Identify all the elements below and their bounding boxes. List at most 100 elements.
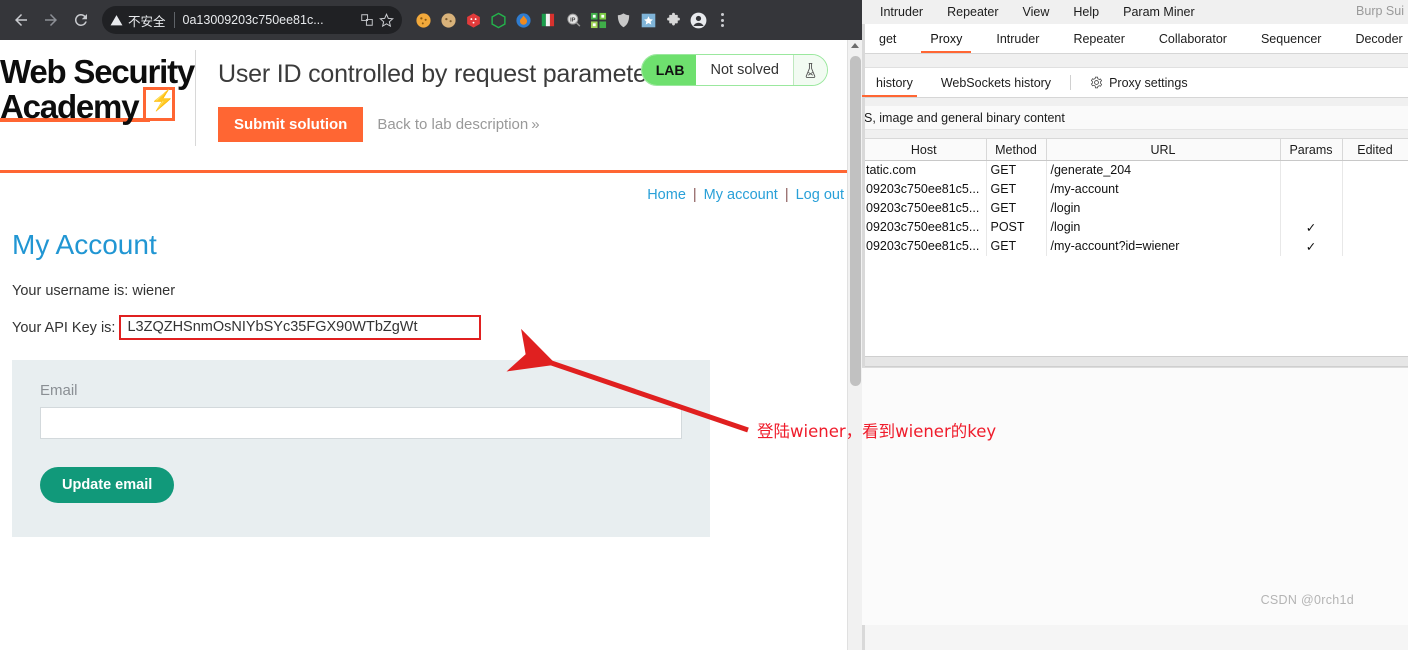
annotation-text: 登陆wiener，看到wiener的key	[757, 422, 997, 441]
extension-italy-flag-icon[interactable]	[537, 9, 559, 31]
burp-message-viewer: CSDN @0rch1d	[862, 366, 1408, 625]
chrome-browser-window: 不安全 0a13009203c750ee81c... IP Web Securi…	[0, 0, 862, 650]
cell-method: GET	[986, 179, 1047, 199]
extension-puzzle-piece-icon[interactable]	[662, 9, 684, 31]
extension-qr-code-icon[interactable]	[587, 9, 609, 31]
cell-host: 09203c750ee81c5...	[862, 179, 987, 199]
extension-ip-lookup-icon[interactable]: IP	[562, 9, 584, 31]
extension-blue-flame-icon[interactable]	[512, 9, 534, 31]
lab-status-badge: LAB Not solved	[640, 54, 828, 86]
table-row[interactable]: 09203c750ee81c5... GET /my-account	[862, 179, 1408, 199]
page-content: Home | My account | Log out My Account Your …	[0, 173, 862, 537]
cell-url: /my-account?id=wiener	[1046, 236, 1281, 256]
menu-intruder[interactable]: Intruder	[868, 5, 935, 19]
page-title: My Account	[12, 229, 157, 260]
logo-line-2: Academy	[0, 88, 140, 125]
extension-grey-shield-icon[interactable]	[612, 9, 634, 31]
profile-avatar-icon[interactable]	[687, 9, 709, 31]
browser-toolbar: 不安全 0a13009203c750ee81c... IP	[0, 0, 862, 40]
proxy-settings-label: Proxy settings	[1109, 75, 1188, 90]
lab-tag: LAB	[641, 55, 697, 85]
submit-solution-button[interactable]: Submit solution	[218, 107, 364, 142]
update-email-form: Email Update email	[12, 360, 710, 537]
proxy-filter-bar[interactable]: S, image and general binary content	[862, 106, 1408, 130]
back-to-lab-description-link[interactable]: Back to lab description»	[377, 116, 539, 133]
tab-decoder[interactable]: Decoder	[1338, 24, 1408, 53]
apikey-line: Your API Key is: L3ZQZHSnmOsNIYbSYc35FGX…	[12, 315, 862, 340]
burp-window-title: Burp Sui	[1356, 4, 1404, 18]
scrollbar-thumb[interactable]	[850, 56, 861, 386]
address-bar[interactable]: 不安全 0a13009203c750ee81c...	[102, 6, 402, 34]
back-icon[interactable]	[6, 5, 36, 35]
column-params[interactable]: Params	[1280, 138, 1343, 161]
cell-params	[1280, 198, 1343, 218]
menu-param-miner[interactable]: Param Miner	[1111, 5, 1207, 19]
cell-params: ✓	[1280, 217, 1343, 237]
flask-icon	[793, 55, 827, 85]
table-row[interactable]: 09203c750ee81c5... POST /login ✓	[862, 217, 1408, 237]
menu-help[interactable]: Help	[1061, 5, 1111, 19]
burp-splitter[interactable]	[862, 355, 1408, 367]
table-header-row: Host Method URL Params Edited	[862, 138, 1408, 161]
reload-icon[interactable]	[66, 5, 96, 35]
http-history-table: Host Method URL Params Edited tatic.com …	[862, 138, 1408, 256]
tab-repeater[interactable]: Repeater	[1056, 24, 1141, 53]
translate-icon[interactable]	[360, 13, 374, 27]
subtab-http-history[interactable]: history	[862, 68, 927, 97]
cell-method: GET	[986, 198, 1047, 218]
tab-intruder[interactable]: Intruder	[979, 24, 1056, 53]
cell-url: /login	[1046, 217, 1281, 237]
chrome-menu-icon[interactable]	[713, 7, 731, 33]
nav-my-account[interactable]: My account	[704, 187, 778, 203]
table-row[interactable]: 09203c750ee81c5... GET /login	[862, 198, 1408, 218]
extension-cookie-orange-icon[interactable]	[412, 9, 434, 31]
cell-method: POST	[986, 217, 1047, 237]
column-host[interactable]: Host	[862, 138, 987, 161]
back-link-label: Back to lab description	[377, 116, 529, 133]
extension-red-cube-icon[interactable]	[462, 9, 484, 31]
update-email-button[interactable]: Update email	[40, 467, 175, 503]
burp-suite-window: Intruder Repeater View Help Param Miner …	[862, 0, 1408, 650]
gear-icon	[1090, 76, 1103, 89]
menu-repeater[interactable]: Repeater	[935, 5, 1010, 19]
burp-band	[862, 98, 1408, 106]
extensions-strip: IP	[412, 9, 709, 31]
cell-edited	[1342, 179, 1408, 199]
cell-params	[1280, 160, 1343, 180]
cell-url: /my-account	[1046, 179, 1281, 199]
not-secure-warning-icon	[110, 14, 123, 27]
email-input[interactable]	[40, 407, 682, 439]
cell-params	[1280, 179, 1343, 199]
tab-target[interactable]: get	[862, 24, 913, 53]
tab-sequencer[interactable]: Sequencer	[1244, 24, 1338, 53]
cell-host: 09203c750ee81c5...	[862, 236, 987, 256]
tab-proxy[interactable]: Proxy	[913, 24, 979, 53]
column-method[interactable]: Method	[986, 138, 1047, 161]
apikey-label: Your API Key is:	[12, 319, 116, 336]
cell-edited	[1342, 236, 1408, 256]
web-security-academy-logo[interactable]: Web Security Academy	[0, 50, 196, 146]
extension-cookie-tan-icon[interactable]	[437, 9, 459, 31]
bookmark-star-icon[interactable]	[379, 12, 394, 28]
forward-icon[interactable]	[36, 5, 66, 35]
menu-view[interactable]: View	[1011, 5, 1062, 19]
nav-log-out[interactable]: Log out	[796, 187, 844, 203]
table-row[interactable]: 09203c750ee81c5... GET /my-account?id=wi…	[862, 236, 1408, 256]
lightning-bolt-icon	[143, 87, 176, 122]
proxy-settings-button[interactable]: Proxy settings	[1076, 68, 1202, 97]
nav-separator-1: |	[692, 187, 697, 203]
column-edited[interactable]: Edited	[1342, 138, 1408, 161]
subtab-websockets-history[interactable]: WebSockets history	[927, 68, 1065, 97]
cell-params: ✓	[1280, 236, 1343, 256]
lab-header-main: User ID controlled by request parameter …	[196, 50, 846, 142]
table-row[interactable]: tatic.com GET /generate_204	[862, 160, 1408, 180]
burp-menu-bar: Intruder Repeater View Help Param Miner …	[862, 0, 1408, 24]
scrollbar-up-arrow-icon[interactable]	[851, 43, 859, 48]
extension-green-hex-icon[interactable]	[487, 9, 509, 31]
tab-collaborator[interactable]: Collaborator	[1142, 24, 1244, 53]
url-text[interactable]: 0a13009203c750ee81c...	[183, 13, 355, 27]
nav-home[interactable]: Home	[647, 187, 686, 203]
page-scrollbar[interactable]	[847, 40, 862, 650]
extension-blue-star-icon[interactable]	[637, 9, 659, 31]
column-url[interactable]: URL	[1046, 138, 1281, 161]
